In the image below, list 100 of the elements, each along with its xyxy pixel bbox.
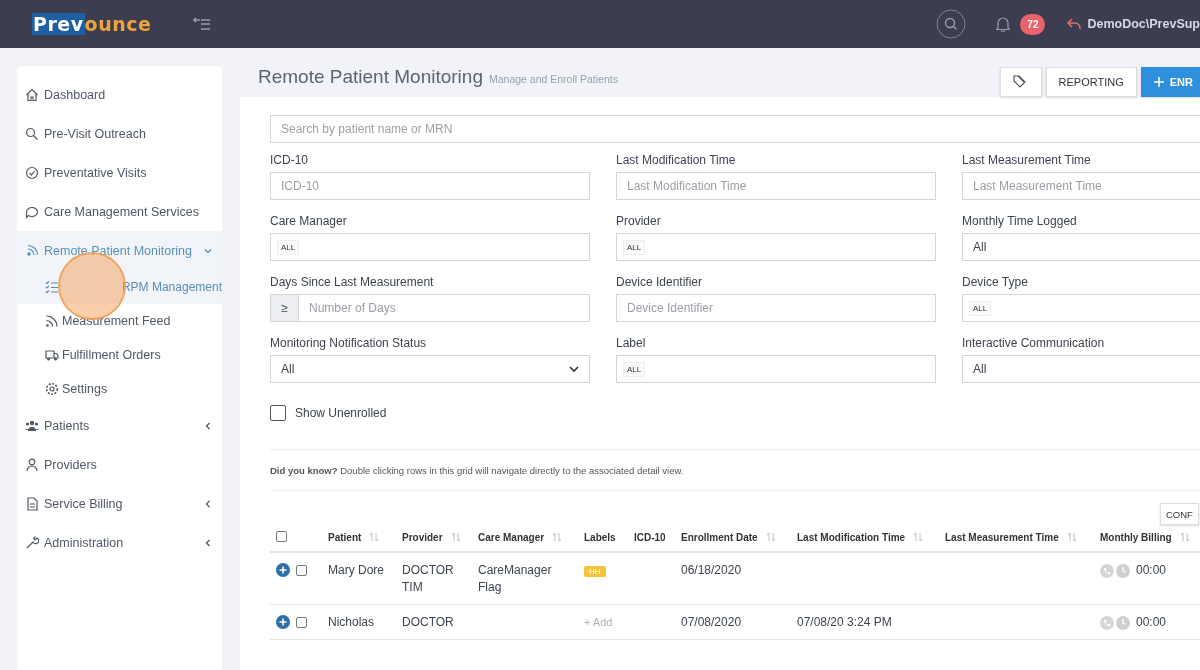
column-header[interactable]: Patient [328,531,402,552]
sort-icon [913,532,924,542]
phone-icon [1100,615,1114,630]
dropdown[interactable]: All [962,355,1200,383]
clock-icon [1116,615,1130,630]
gear-icon [45,382,59,396]
column-header[interactable]: Labels [584,531,634,552]
field-label: Last Modification Time [616,153,737,167]
sort-icon [765,532,776,542]
input-field[interactable]: Last Modification Time [616,172,936,200]
tag: ALL [623,361,646,377]
user-link[interactable]: DemoDoc\PrevSup [1067,17,1200,31]
field-label: Last Measurement Time [962,153,1092,167]
field-label: Device Type [962,275,1029,289]
check-circle-icon [25,165,39,180]
column-header[interactable]: Last Modification Time [797,531,945,552]
column-header[interactable]: Last Measurement Time [945,531,1100,552]
search-field[interactable]: Search by patient name or MRN [270,115,1200,143]
nav-item[interactable]: Providers [17,445,222,484]
logo[interactable]: Prevounce [32,13,152,35]
input-field[interactable]: Last Measurement Time [962,172,1200,200]
chevron-icon [204,538,212,547]
tag-button[interactable] [999,66,1042,97]
column-header[interactable]: Care Manager [478,531,584,552]
input-field[interactable]: ICD-10 [270,172,590,200]
multiselect-field[interactable]: ALL [962,294,1200,322]
nav-item[interactable]: Preventative Visits [17,153,222,192]
column-header[interactable]: Provider [402,531,478,552]
truck-icon [45,348,59,362]
field-label: Provider [616,214,662,228]
menu-icon[interactable] [193,17,212,31]
table-cell: 00:00 [1136,562,1167,579]
field-label: Monthly Time Logged [962,214,1078,228]
chevron-icon [204,499,212,508]
config-button[interactable]: CONF [1160,503,1199,525]
table-cell: 00:00 [1136,614,1167,631]
table-cell: CareManager Flag [478,563,552,594]
sort-icon [450,532,461,542]
field-label: Monitoring Notification Status [270,336,428,350]
feed-icon [45,314,59,328]
input-field[interactable]: Device Identifier [616,294,936,322]
column-header[interactable]: Enrollment Date [681,531,797,552]
multiselect-field[interactable]: ALL [616,355,936,383]
field-label: Label [616,336,647,350]
nav-item[interactable]: Dashboard [17,75,222,114]
nav-subitem[interactable]: Settings [17,372,222,406]
checkbox[interactable] [296,616,307,628]
phone-icon [1100,563,1114,578]
home-icon [25,87,39,102]
dropdown[interactable]: All [962,233,1200,261]
bell-icon[interactable] [996,16,1011,32]
field-label: Interactive Communication [962,336,1106,350]
wrench-icon [25,535,39,550]
checkbox[interactable] [276,531,287,542]
reply-icon [1067,18,1082,30]
people-search-icon [25,126,39,141]
logo-text: Prev [32,13,85,35]
search-icon[interactable] [936,9,967,39]
tag: ALL [969,300,992,316]
chat-icon [25,204,39,219]
checkbox[interactable] [296,564,307,576]
field-label: ICD-10 [270,153,309,167]
column-header[interactable]: Monthly Billing [1100,531,1200,552]
expand-icon[interactable] [276,615,290,629]
multiselect-field[interactable]: ALL [616,233,936,261]
chevron-icon [569,365,579,373]
multiselect-field[interactable]: ALL [270,233,590,261]
plus-icon [1153,76,1164,87]
tip-text: Did you know? Double clicking rows in this grid will navigate directly to the associated detail view. [270,465,685,476]
tag: ALL [623,239,646,255]
page-subtitle: Manage and Enroll Patients [488,73,618,85]
nav-item[interactable]: Pre-Visit Outreach [17,114,222,153]
nav-subitem[interactable]: Measurement Feed [17,304,222,338]
field-label: Days Since Last Measurement [270,275,435,289]
sort-icon [552,532,563,542]
nav-item[interactable]: Service Billing [17,484,222,523]
field-label: Care Manager [270,214,348,228]
page-title: Remote Patient Monitoring [258,66,483,88]
table-cell: DOCTOR TIM [402,563,454,594]
clock-icon [1116,563,1130,578]
nav-item[interactable]: Patients [17,406,222,445]
dropdown[interactable]: All [270,355,590,383]
checkbox[interactable] [270,405,286,421]
tag: ALL [277,239,300,255]
person-icon [25,457,39,472]
column-header[interactable]: ICD-10 [634,531,681,552]
field-label: Device Identifier [616,275,704,289]
sort-icon [369,532,380,542]
table-cell: Nicholas [328,615,375,629]
reporting-button[interactable]: REPORTING [1045,66,1137,97]
expand-icon[interactable] [276,563,290,577]
table-cell: 06/18/2020 [681,563,742,577]
table-cell: 07/08/20 3:24 PM [797,615,892,629]
nav-subitem[interactable]: Fulfillment Orders [17,338,222,372]
input-field[interactable]: Number of Days [298,294,590,322]
sort-icon [1066,532,1077,542]
nav-item[interactable]: Administration [17,523,222,562]
nav-item[interactable]: Care Management Services [17,192,222,231]
checkbox-label: Show Unenrolled [295,406,387,420]
people-icon [25,418,39,433]
